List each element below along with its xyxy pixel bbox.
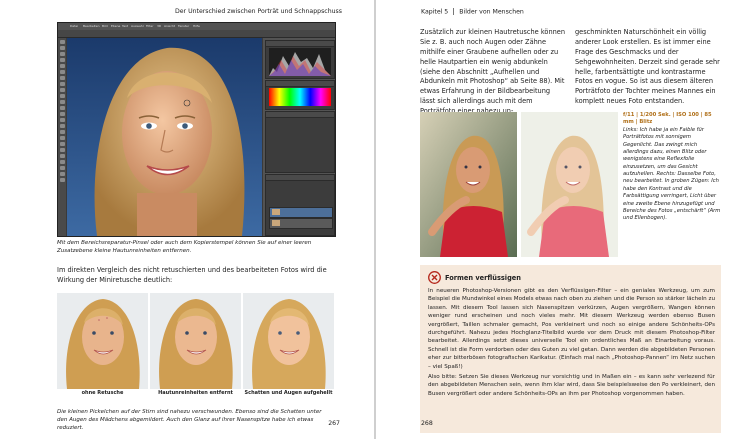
ps-panels: [263, 38, 335, 236]
figure-caption-1: Mit dem Bereichsreparatur-Pinsel oder au…: [57, 240, 312, 254]
ps-menu-item: Text: [122, 24, 129, 28]
ps-menu-item: Auswahl: [131, 24, 144, 28]
body-column-1: Zusätzlich zur kleinen Hautretusche könn…: [420, 28, 566, 116]
label-blemishes-removed: Hautunreinheiten entfernt: [158, 390, 233, 396]
ps-menu-item: Bearbeiten: [83, 24, 100, 28]
before-after-photos: [420, 112, 618, 257]
right-page: Kapitel 5 Bilder von Menschen Zusätzlich …: [376, 0, 750, 439]
photo-original-backlit: [420, 112, 517, 257]
ps-menu-item: Ebene: [111, 24, 121, 28]
label-before: ohne Retusche: [81, 390, 124, 396]
tip-box-title: Formen verflüssigen: [445, 274, 521, 282]
swatches-panel: [265, 80, 335, 110]
adjustments-panel: [265, 111, 335, 173]
layer-row: [269, 207, 333, 218]
label-shadows-brightened: Schatten und Augen aufgehellt: [244, 390, 333, 396]
ps-menu-item: Filter: [146, 24, 154, 28]
side-caption: f/11 | 1/200 Sek. | ISO 100 | 85 mm | Bl…: [623, 112, 721, 223]
body-column-2: geschminkten Naturschönheit ein völlig a…: [575, 28, 720, 106]
ps-canvas-portrait: [67, 38, 262, 236]
page-number-right: 268: [421, 420, 433, 427]
tip-box-paragraph-2: Also bitte: Setzen Sie dieses Werkzeug n…: [428, 373, 715, 397]
ps-menu-item: Bild: [102, 24, 108, 28]
chapter-title: Bilder von Menschen: [459, 8, 524, 16]
tip-box-paragraph-1: In neueren Photoshop-Versionen gibt es d…: [428, 288, 715, 370]
exif-info: f/11 | 1/200 Sek. | ISO 100 | 85 mm | Bl…: [623, 112, 712, 126]
retouch-comparison: [57, 293, 334, 389]
tip-box-body: In neueren Photoshop-Versionen gibt es d…: [428, 287, 715, 400]
photo-edited-faded: [521, 112, 618, 257]
head-separator: [453, 8, 455, 15]
ps-options-bar: [58, 30, 335, 38]
body-paragraph-left: Im direkten Vergleich des nicht retuschi…: [57, 266, 327, 284]
ps-menu-item: Fenster: [178, 24, 190, 28]
page-number-left: 267: [328, 420, 340, 427]
layers-panel: [265, 174, 335, 236]
portrait-shadows-brightened: [243, 293, 334, 389]
running-head-left: Der Unterschied zwischen Porträt und Sch…: [174, 8, 342, 15]
left-page: Der Unterschied zwischen Porträt und Sch…: [0, 0, 374, 439]
ps-menu-bar: Datei Bearbeiten Bild Ebene Text Auswahl…: [58, 23, 335, 30]
ps-menu-item: Hilfe: [193, 24, 200, 28]
chapter-label: Kapitel 5: [421, 8, 449, 16]
histogram-panel: [265, 40, 335, 79]
ps-menu-item: Datei: [70, 24, 79, 28]
portrait-before: [57, 293, 148, 389]
layer-row: [269, 218, 333, 229]
figure-caption-2: Die kleinen Pickelchen auf der Stirn sin…: [57, 409, 322, 431]
running-head-right: Kapitel 5 Bilder von Menschen: [421, 8, 524, 16]
ps-menu-item: 3D: [157, 24, 162, 28]
side-caption-text: Links: Ich habe ja ein Faible für Porträ…: [623, 126, 721, 222]
tip-box: Formen verflüssigen In neueren Photoshop…: [420, 265, 721, 433]
ps-menu-item: Ansicht: [164, 24, 176, 28]
portrait-blemishes-removed: [150, 293, 241, 389]
book-spread: Der Unterschied zwischen Porträt und Sch…: [0, 0, 750, 439]
ps-toolbox: [58, 38, 66, 236]
photoshop-screenshot: Datei Bearbeiten Bild Ebene Text Auswahl…: [57, 22, 336, 237]
warning-cross-icon: [428, 271, 441, 284]
